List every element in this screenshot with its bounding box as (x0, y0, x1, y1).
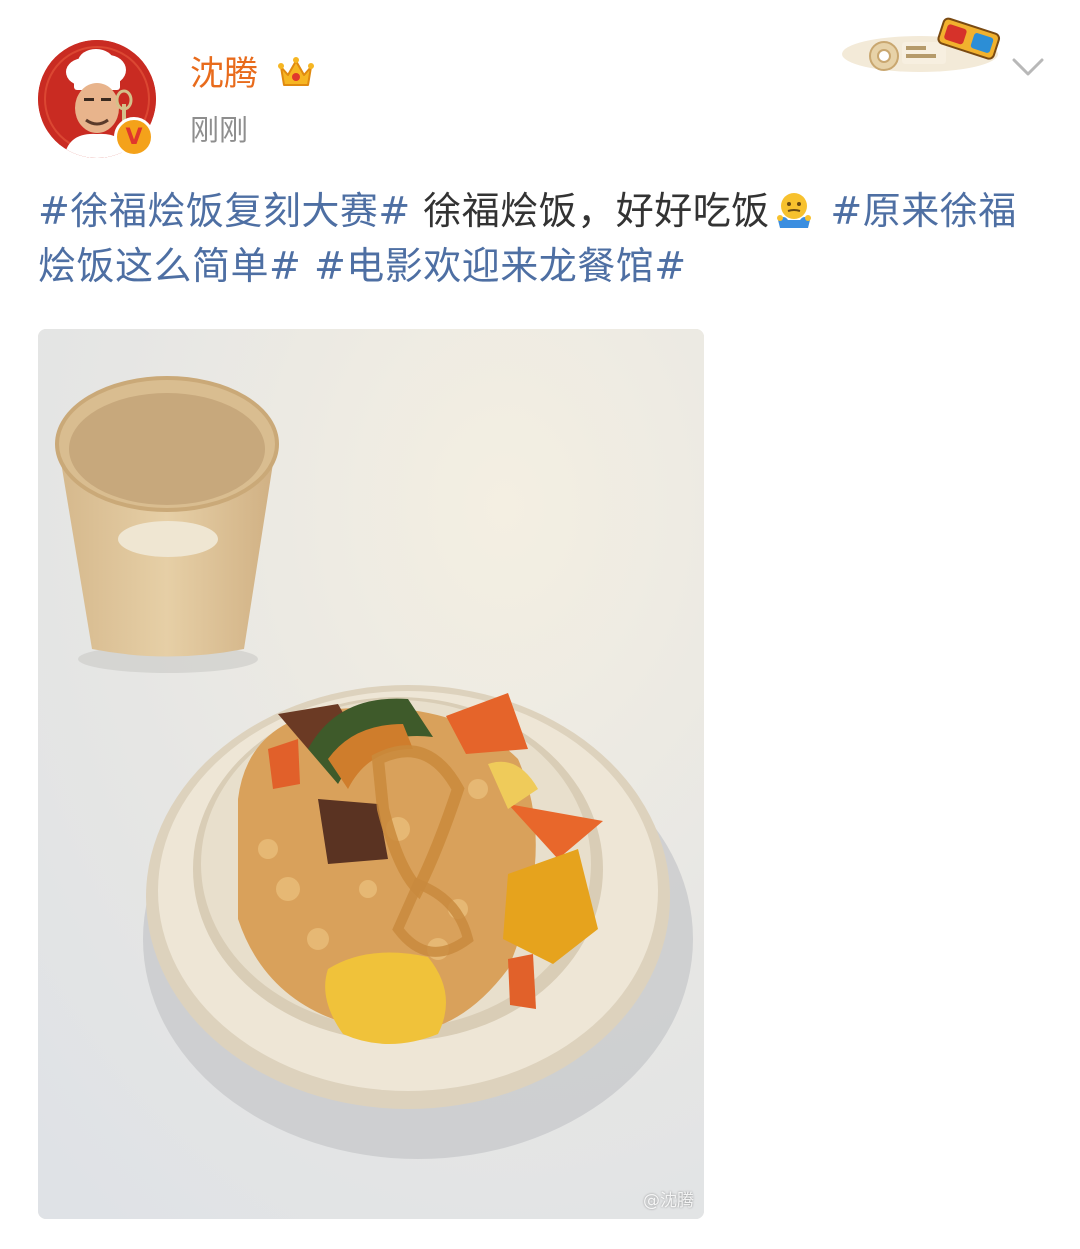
post-body-text: 徐福烩饭，好好吃饭 (410, 189, 770, 233)
hashtag-movie[interactable]: #电影欢迎来龙餐馆# (314, 244, 687, 288)
post-header: V 沈腾 刚刚 (0, 0, 1080, 170)
shrug-emoji (776, 193, 811, 228)
chevron-down-icon[interactable] (1008, 50, 1048, 82)
post-timestamp: 刚刚 (190, 113, 249, 147)
post-image[interactable]: @沈腾 (38, 329, 704, 1219)
crown-icon (278, 57, 314, 86)
image-watermark: @沈腾 (643, 1191, 694, 1211)
author-name[interactable]: 沈腾 (190, 52, 258, 96)
movie-glasses-badge (842, 17, 1001, 72)
post-text: #徐福烩饭复刻大赛# 徐福烩饭，好好吃饭 #原来徐福烩饭这么简单# #电影欢迎来… (38, 184, 1048, 294)
verified-icon: V (114, 117, 154, 157)
hashtag-remake-contest[interactable]: #徐福烩饭复刻大赛# (38, 189, 411, 233)
